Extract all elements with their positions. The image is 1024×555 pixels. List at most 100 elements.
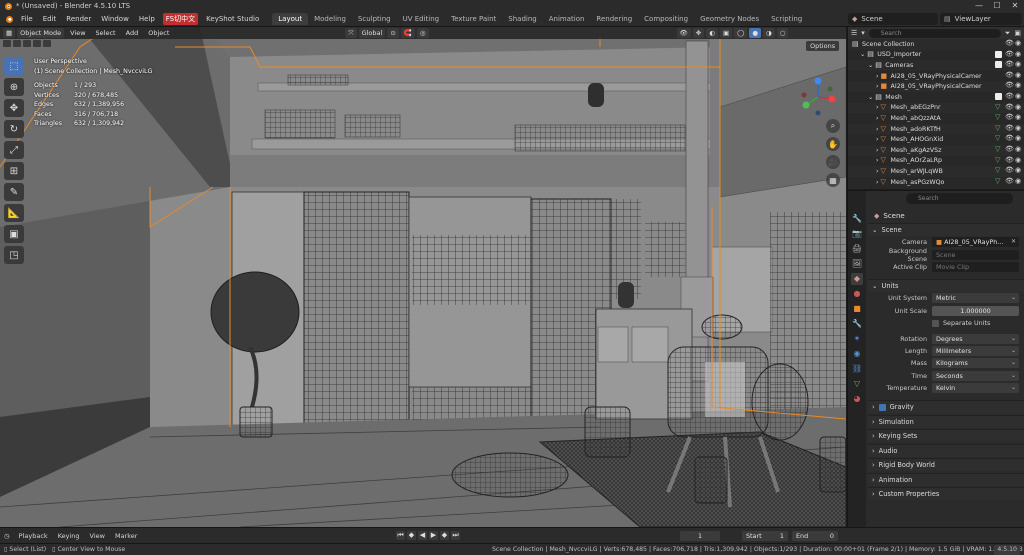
collapse-chevron-icon[interactable]: › [876, 104, 879, 111]
exclude-checkbox[interactable] [995, 61, 1002, 69]
background-scene-field[interactable]: Scene [932, 249, 1019, 260]
tab-layout[interactable]: Layout [272, 13, 309, 25]
collapse-chevron-icon[interactable]: › [876, 73, 879, 80]
outliner-row[interactable]: › ▽ Mesh_arWJLqWB ▽ 👁 ◉ [848, 166, 1024, 177]
fs-language-badge[interactable]: FS切中文 [162, 13, 199, 25]
render-camera-icon[interactable]: ◉ [1015, 71, 1022, 79]
new-collection-icon[interactable]: ▣ [1014, 29, 1021, 37]
eye-icon[interactable]: 👁 [1005, 145, 1014, 153]
timeline-menu-view[interactable]: View [85, 532, 110, 540]
viewport-menu-add[interactable]: Add [122, 29, 143, 37]
select-mode-invert-icon[interactable] [33, 40, 41, 47]
add-object-tool-icon[interactable]: ◳ [4, 246, 24, 264]
collapse-chevron-icon[interactable]: › [876, 115, 879, 122]
menu-keyshot[interactable]: KeyShot Studio [201, 15, 264, 23]
rotation-dropdown[interactable]: Degrees ⌄ [932, 333, 1019, 344]
tab-sculpting[interactable]: Sculpting [352, 13, 397, 25]
proportional-edit-icon[interactable]: ◎ [416, 28, 429, 38]
timeline-menu-playback[interactable]: Playback [14, 532, 53, 540]
eye-icon[interactable]: 👁 [1005, 124, 1014, 132]
close-button[interactable]: ✕ [1006, 0, 1024, 12]
collapsed-panel-header[interactable]: › Animation [868, 472, 1024, 486]
render-camera-icon[interactable]: ◉ [1015, 156, 1022, 164]
eye-icon[interactable]: 👁 [1005, 114, 1014, 121]
move-tool-icon[interactable]: ✥ [4, 99, 24, 117]
render-tab-icon[interactable]: 📷 [851, 228, 863, 240]
eye-icon[interactable]: 👁 [1005, 103, 1014, 111]
render-camera-icon[interactable]: ◉ [1015, 92, 1022, 100]
tab-rendering[interactable]: Rendering [590, 13, 638, 25]
render-camera-icon[interactable]: ◉ [1015, 135, 1022, 142]
outliner-search-input[interactable]: Search [868, 28, 1001, 38]
collapsed-panel-header[interactable]: › Custom Properties [868, 487, 1024, 501]
outliner-row[interactable]: ⌄ ▤ Mesh 👁 ◉ [848, 92, 1024, 103]
menu-window[interactable]: Window [96, 15, 134, 23]
output-tab-icon[interactable]: 🖨 [851, 243, 863, 255]
zoom-view-icon[interactable]: ⌕ [826, 119, 840, 133]
scale-tool-icon[interactable]: ⤢ [4, 141, 24, 159]
shading-material-icon[interactable]: ◑ [763, 28, 775, 38]
eye-icon[interactable]: 👁 [1005, 156, 1014, 164]
scene-tab-icon[interactable]: ◆ [851, 273, 863, 285]
separate-units-checkbox[interactable]: Separate Units [932, 319, 990, 327]
collapsed-panel-header[interactable]: › Audio [868, 443, 1024, 457]
tab-texture-paint[interactable]: Texture Paint [445, 13, 502, 25]
expand-chevron-icon[interactable]: ⌄ [868, 62, 873, 69]
object-mode-dropdown[interactable]: Object Mode [17, 28, 65, 38]
scene-panel-header[interactable]: ⌄ Scene [868, 223, 1024, 236]
render-camera-icon[interactable]: ◉ [1015, 50, 1022, 58]
blender-menu-icon[interactable] [4, 14, 14, 24]
tab-modeling[interactable]: Modeling [308, 13, 352, 25]
rotate-tool-icon[interactable]: ↻ [4, 120, 24, 138]
outliner-row[interactable]: › ■ AI28_05_VRayPhysicalCamer 👁 ◉ [848, 71, 1024, 82]
tab-animation[interactable]: Animation [543, 13, 591, 25]
navigation-gizmo[interactable] [796, 75, 840, 119]
active-clip-field[interactable]: Movie Clip [932, 261, 1019, 272]
render-camera-icon[interactable]: ◉ [1015, 114, 1022, 121]
viewport-menu-select[interactable]: Select [92, 29, 120, 37]
outliner-row[interactable]: ⌄ ▤ Cameras 👁 ◉ [848, 60, 1024, 71]
collapsed-panel-header[interactable]: › Keying Sets [868, 429, 1024, 443]
viewport-menu-object[interactable]: Object [144, 29, 173, 37]
camera-field[interactable]: ■ AI28_05_VRayPh... ✕ [932, 237, 1019, 248]
pivot-point-icon[interactable]: ⊙ [387, 28, 399, 38]
eye-icon[interactable]: 👁 [1005, 40, 1014, 47]
pan-view-icon[interactable]: ✋ [826, 137, 840, 151]
select-mode-extend-icon[interactable] [13, 40, 21, 47]
collapsed-panel-header[interactable]: › Rigid Body World [868, 458, 1024, 472]
menu-file[interactable]: File [16, 15, 38, 23]
render-camera-icon[interactable]: ◉ [1015, 103, 1022, 111]
outliner-row[interactable]: › ▽ Mesh_AOrZaLRp ▽ 👁 ◉ [848, 156, 1024, 167]
menu-render[interactable]: Render [61, 15, 96, 23]
xray-toggle-icon[interactable]: ▣ [719, 28, 733, 38]
minimize-button[interactable]: — [970, 0, 988, 12]
clear-field-icon[interactable]: ✕ [1011, 237, 1016, 247]
maximize-button[interactable]: ☐ [988, 0, 1006, 12]
properties-search-input[interactable]: Search [906, 193, 1013, 204]
timeline-menu-marker[interactable]: Marker [110, 532, 142, 540]
transform-orientation-icon[interactable]: ⤧ [345, 28, 357, 38]
tab-scripting[interactable]: Scripting [765, 13, 808, 25]
outliner-row[interactable]: › ▽ Mesh_asPGzWQo ▽ 👁 ◉ [848, 177, 1024, 188]
3d-viewport[interactable]: ▦ Object Mode View Select Add Object ⤧ G… [0, 27, 846, 527]
outliner-row[interactable]: › ■ AI28_05_VRayPhysicalCamer 👁 ◉ [848, 81, 1024, 92]
menu-help[interactable]: Help [134, 15, 160, 23]
view-layer-tab-icon[interactable]: 🖼 [851, 258, 863, 270]
shading-rendered-icon[interactable]: ○ [776, 28, 789, 38]
add-cube-tool-icon[interactable]: ▣ [4, 225, 24, 243]
outliner-row[interactable]: › ▽ Mesh_adoRKTfH ▽ 👁 ◉ [848, 123, 1024, 135]
outliner-row[interactable]: ▤ Scene Collection 👁 ◉ [848, 39, 1024, 50]
outliner-row[interactable]: › ▽ Mesh_aKgAzVSz ▽ 👁 ◉ [848, 144, 1024, 156]
shading-wireframe-icon[interactable]: ◯ [734, 28, 748, 38]
tab-shading[interactable]: Shading [502, 13, 542, 25]
collapsed-panel-header[interactable]: › Simulation [868, 414, 1024, 428]
outliner-filter-funnel-icon[interactable]: ⏷ [1005, 29, 1011, 38]
length-dropdown[interactable]: Millimeters ⌄ [932, 345, 1019, 356]
gravity-checkbox[interactable] [878, 403, 886, 411]
measure-tool-icon[interactable]: 📐 [4, 204, 24, 222]
snap-icon[interactable]: 🧲 [400, 28, 415, 38]
eye-icon[interactable]: 👁 [1005, 61, 1014, 68]
outliner-filter-icon[interactable]: ▾ [861, 29, 865, 37]
editor-type-icon[interactable]: ▦ [3, 28, 16, 38]
constraints-tab-icon[interactable]: ⛓ [851, 363, 863, 375]
